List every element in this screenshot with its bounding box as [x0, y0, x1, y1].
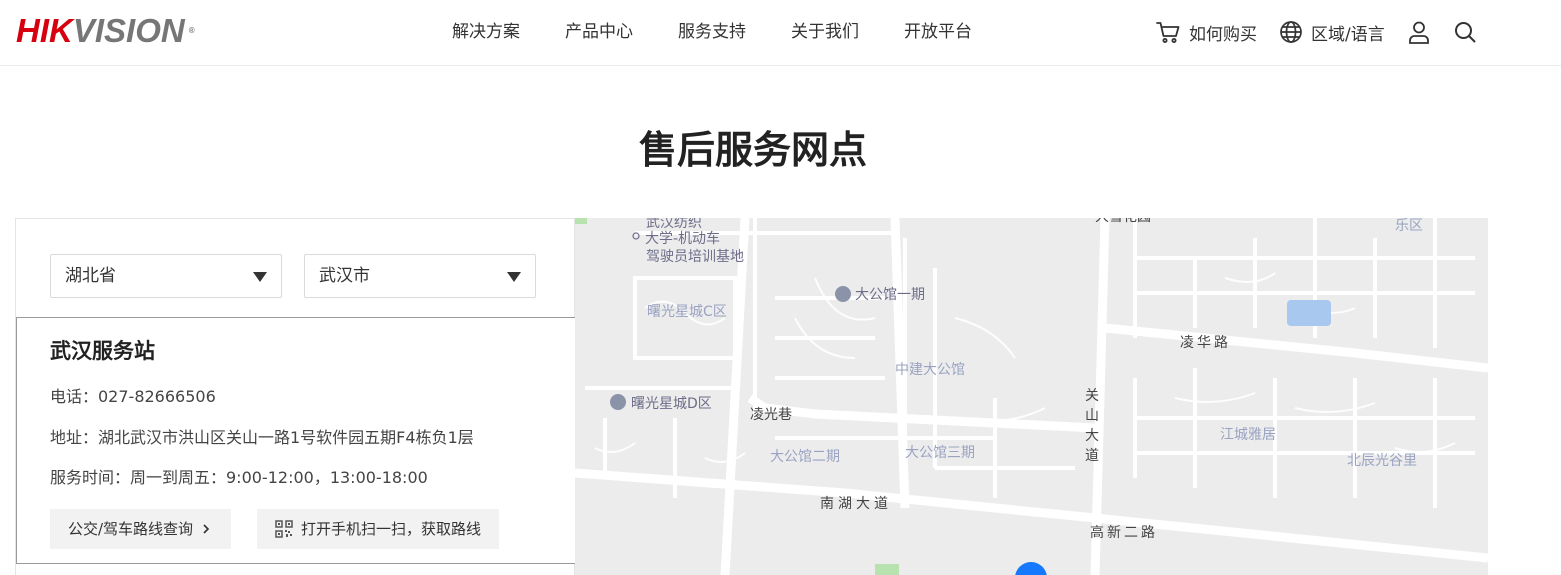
station-phone: 电话：027-82666506 [50, 387, 216, 406]
qr-route-button[interactable]: 打开手机扫一扫，获取路线 [257, 509, 500, 549]
main-nav: 解决方案 产品中心 服务支持 关于我们 开放平台 [452, 20, 1017, 44]
cart-icon [1156, 22, 1180, 43]
map-label: 中建大公馆 [895, 362, 965, 378]
user-icon [1408, 21, 1429, 44]
nav-item-support[interactable]: 服务支持 [678, 20, 746, 44]
map-label: 凌华路 [1180, 335, 1231, 351]
station-card[interactable]: 武汉服务站 电话：027-82666506 地址：湖北武汉市洪山区关山一路1号软… [16, 317, 576, 564]
nav-item-solutions[interactable]: 解决方案 [452, 20, 520, 44]
map-label: 江城雅居 [1220, 427, 1276, 443]
how-to-buy-label: 如何购买 [1189, 24, 1257, 45]
location-map[interactable]: 武汉纺织 大学-机动车 驾驶员培训基地 大公馆一期 曙光星城C区 中建大公馆 曙… [575, 218, 1488, 575]
qr-code-icon [275, 520, 293, 538]
map-label: 驾驶员培训基地 [646, 249, 744, 265]
map-label: 南湖大道 [820, 496, 892, 512]
station-hours: 服务时间：周一到周五：9:00-12:00，13:00-18:00 [50, 468, 428, 487]
water-area [1287, 300, 1331, 326]
map-label: 乐区 [1395, 218, 1423, 234]
station-name: 武汉服务站 [50, 339, 155, 363]
nav-item-about[interactable]: 关于我们 [791, 20, 859, 44]
nav-item-products[interactable]: 产品中心 [565, 20, 633, 44]
qr-route-label: 打开手机扫一扫，获取路线 [301, 520, 482, 538]
map-label: 凌光巷 [750, 407, 792, 423]
map-label: 北辰光谷里 [1347, 453, 1417, 469]
map-label: 大公馆三期 [905, 445, 975, 461]
map-label: 关山大道 [1085, 388, 1099, 464]
route-query-button[interactable]: 公交/驾车路线查询 [50, 509, 232, 549]
map-roads [575, 218, 1488, 575]
site-header: HIKVISION ® 解决方案 产品中心 服务支持 关于我们 开放平台 如何购买… [0, 0, 1561, 66]
hikvision-logo[interactable]: HIKVISION ® [16, 12, 195, 49]
region-language-link[interactable]: 区域/语言 [1279, 20, 1385, 45]
province-select[interactable]: 湖北省 [50, 254, 282, 298]
map-label: 大雪花园 [1095, 218, 1151, 226]
chevron-down-icon [253, 272, 267, 282]
header-actions: 如何购买 区域/语言 [1155, 17, 1499, 47]
route-query-label: 公交/驾车路线查询 [68, 520, 194, 538]
map-label: 曙光星城C区 [647, 304, 727, 320]
region-language-label: 区域/语言 [1311, 24, 1385, 45]
city-select-value: 武汉市 [319, 266, 370, 286]
map-label: 曙光星城D区 [631, 396, 712, 412]
city-select[interactable]: 武汉市 [304, 254, 536, 298]
map-label: 大学-机动车 [645, 231, 721, 247]
registered-mark: ® [188, 26, 195, 35]
service-station-panel: 湖北省 武汉市 武汉服务站 电话：027-82666506 地址：湖北武汉市洪山… [15, 218, 576, 575]
logo-text-red: HIK [16, 12, 73, 49]
map-label: 大公馆一期 [855, 287, 925, 303]
nav-item-open-platform[interactable]: 开放平台 [904, 20, 972, 44]
how-to-buy-link[interactable]: 如何购买 [1155, 19, 1257, 45]
map-label: 大公馆二期 [770, 449, 840, 465]
globe-icon [1280, 21, 1302, 43]
map-label: 高新二路 [1090, 525, 1158, 541]
station-address: 地址：湖北武汉市洪山区关山一路1号软件园五期F4栋负1层 [50, 428, 474, 447]
search-button[interactable] [1453, 20, 1477, 44]
account-button[interactable] [1407, 20, 1431, 44]
page-title: 售后服务网点 [638, 128, 867, 172]
logo-text-gray: VISION [72, 12, 185, 49]
chevron-right-icon [203, 524, 210, 534]
province-select-value: 湖北省 [65, 266, 116, 286]
chevron-down-icon [507, 272, 521, 282]
search-icon [1454, 22, 1476, 43]
